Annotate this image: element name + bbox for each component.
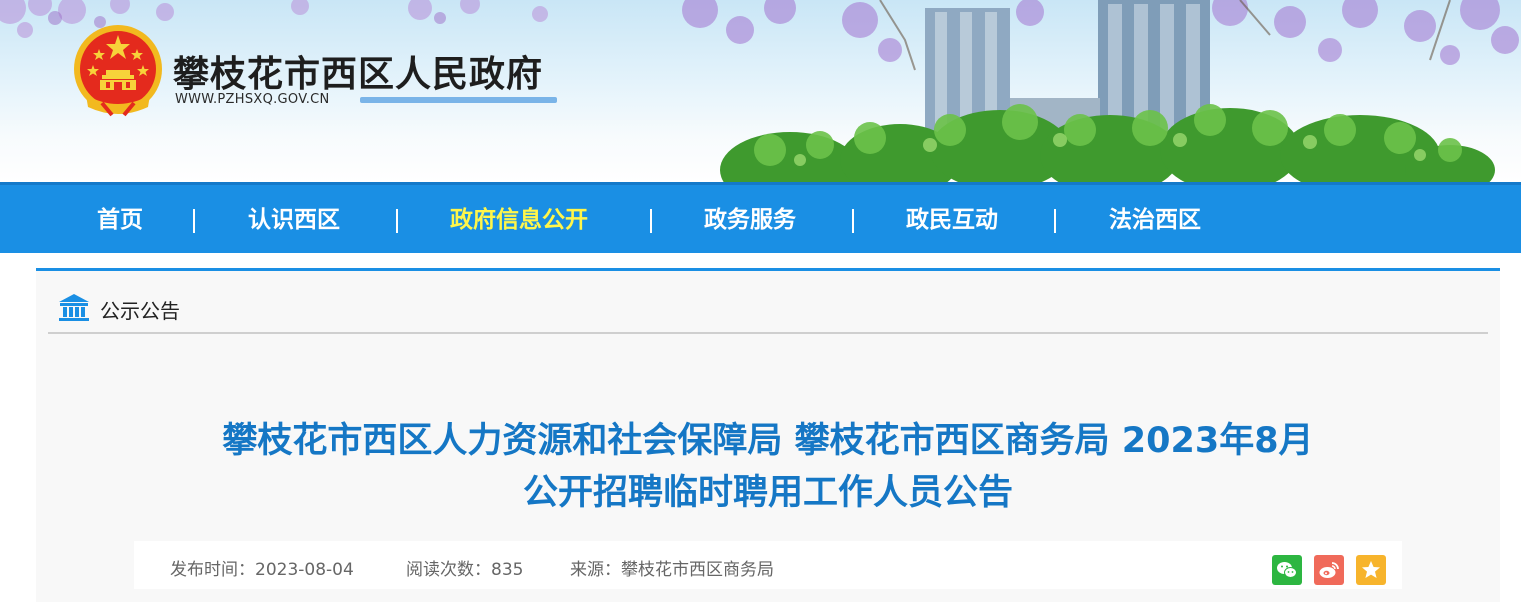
star-icon <box>1362 561 1380 578</box>
nav-item-home[interactable]: 首页 <box>97 205 143 235</box>
article-source: 来源：攀枝花市西区商务局 <box>570 560 774 580</box>
weibo-share-button[interactable] <box>1314 555 1344 585</box>
nav-item-rule-of-law[interactable]: 法治西区 <box>1109 205 1201 235</box>
article-title: 攀枝花市西区人力资源和社会保障局 攀枝花市西区商务局 2023年8月 公开招聘临… <box>36 415 1500 519</box>
article-meta-bar: 发布时间：2023-08-04 阅读次数：835 来源：攀枝花市西区商务局 <box>134 541 1402 589</box>
nav-separator <box>1054 209 1056 233</box>
article-title-line: 攀枝花市西区人力资源和社会保障局 攀枝花市西区商务局 2023年8月 <box>222 421 1314 461</box>
nav-item-public-interaction[interactable]: 政民互动 <box>906 205 998 235</box>
national-emblem-icon <box>74 25 162 117</box>
nav-separator <box>650 209 652 233</box>
nav-item-about-xiqu[interactable]: 认识西区 <box>248 205 340 235</box>
site-banner: 攀枝花市西区人民政府 WWW.PZHSXQ.GOV.CN <box>0 0 1521 182</box>
nav-item-gov-services[interactable]: 政务服务 <box>704 205 796 235</box>
article-title-line: 公开招聘临时聘用工作人员公告 <box>522 473 1013 513</box>
read-count: 阅读次数：835 <box>406 560 524 580</box>
nav-separator <box>396 209 398 233</box>
site-title: 攀枝花市西区人民政府 <box>173 54 544 95</box>
site-url: WWW.PZHSXQ.GOV.CN <box>175 92 330 107</box>
weibo-icon <box>1319 562 1339 578</box>
nav-separator <box>852 209 854 233</box>
nav-separator <box>193 209 195 233</box>
publish-time: 发布时间：2023-08-04 <box>170 560 354 580</box>
nav-item-gov-info-disclosure[interactable]: 政府信息公开 <box>450 205 588 235</box>
breadcrumb-link-announcements[interactable]: 公示公告 <box>100 295 180 324</box>
decorative-line <box>360 97 557 103</box>
breadcrumb: 公示公告 <box>48 271 1488 334</box>
building-icon <box>59 294 89 321</box>
content-panel: 公示公告 攀枝花市西区人力资源和社会保障局 攀枝花市西区商务局 2023年8月 … <box>36 268 1500 602</box>
wechat-share-button[interactable] <box>1272 555 1302 585</box>
main-nav: 首页 认识西区 政府信息公开 政务服务 政民互动 法治西区 <box>0 182 1521 253</box>
favorite-button[interactable] <box>1356 555 1386 585</box>
wechat-icon <box>1277 562 1297 578</box>
